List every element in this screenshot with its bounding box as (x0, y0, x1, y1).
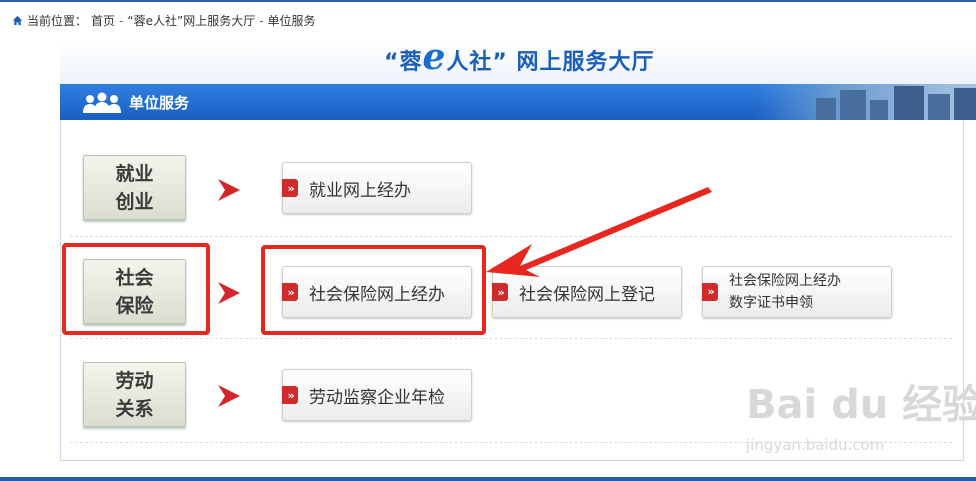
section-header: 单位服务 (60, 84, 976, 120)
top-border (0, 0, 976, 2)
breadcrumb-home-link[interactable]: 首页 (91, 12, 115, 29)
labor-inspection-button[interactable]: » 劳动监察企业年检 (282, 369, 472, 421)
button-label: 社会保险网上经办 (729, 273, 841, 289)
category-label: 劳动 (115, 369, 154, 392)
row-divider (70, 338, 952, 339)
row-divider (70, 236, 952, 237)
category-label: 关系 (115, 397, 154, 420)
hall-title-e-logo: e (422, 36, 447, 78)
chevron-right-icon (218, 282, 240, 304)
bottom-border (0, 477, 976, 481)
hall-title-quote: “蓉 (384, 50, 423, 75)
breadcrumb-current: 单位服务 (267, 14, 316, 28)
breadcrumb: 当前位置： 首页 - “蓉e人社”网上服务大厅 - 单位服务 (12, 12, 316, 29)
watermark-url: jingyan.baidu.com (746, 436, 885, 454)
chevron-right-icon (218, 179, 240, 201)
digital-certificate-button[interactable]: » 社会保险网上经办 数字证书申领 (702, 266, 892, 318)
hall-title-rest: 人社” 网上服务大厅 (446, 50, 655, 75)
category-label: 创业 (115, 190, 154, 213)
home-icon (12, 15, 23, 26)
double-chevron-icon: » (282, 386, 298, 404)
double-chevron-icon: » (492, 283, 508, 301)
social-insurance-register-button[interactable]: » 社会保险网上登记 (492, 266, 682, 318)
skyline-decoration (756, 84, 976, 120)
category-labor-relations: 劳动 关系 (83, 362, 186, 427)
hall-title: “蓉e人社” 网上服务大厅 (384, 39, 655, 76)
breadcrumb-separator: - (119, 13, 124, 28)
users-icon (83, 92, 121, 113)
breadcrumb-hall-link[interactable]: “蓉e人社”网上服务大厅 (127, 12, 255, 29)
double-chevron-icon: » (282, 179, 298, 197)
breadcrumb-separator: - (259, 13, 264, 28)
button-label-group: 社会保险网上经办 数字证书申领 (729, 270, 841, 314)
section-title: 单位服务 (129, 94, 190, 112)
double-chevron-icon: » (702, 283, 718, 301)
button-label: 社会保险网上登记 (519, 284, 655, 305)
category-label: 就业 (115, 162, 154, 185)
category-employment: 就业 创业 (83, 155, 186, 220)
chevron-right-icon (218, 385, 240, 407)
employment-online-button[interactable]: » 就业网上经办 (282, 162, 472, 214)
breadcrumb-prefix: 当前位置： (27, 14, 88, 28)
button-label: 就业网上经办 (309, 180, 411, 201)
watermark-brand: Bai du 经验 (746, 382, 976, 428)
highlight-box-button (261, 245, 486, 335)
button-label: 劳动监察企业年检 (309, 387, 445, 408)
highlight-box-category (62, 243, 210, 335)
button-label: 数字证书申领 (729, 295, 813, 311)
